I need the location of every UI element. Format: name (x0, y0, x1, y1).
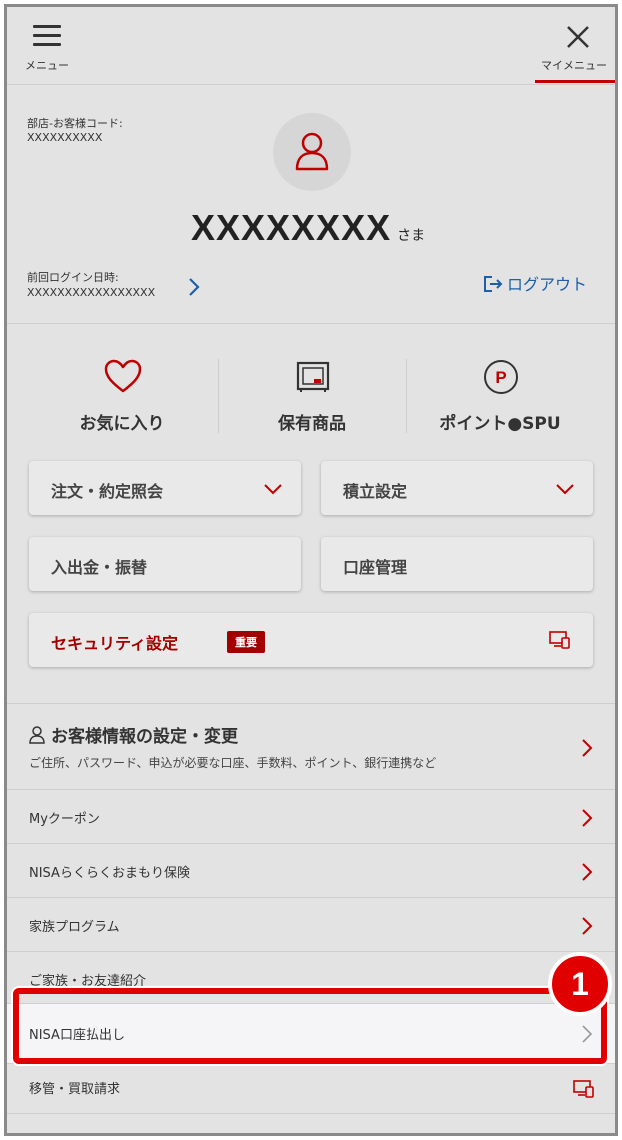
close-my-menu-button[interactable]: マイメニュー (531, 21, 615, 83)
list-item-nisa-insurance[interactable]: NISAらくらくおまもり保険 (7, 843, 615, 897)
chevron-right-icon (582, 863, 593, 881)
pc-smartphone-icon (573, 1080, 594, 1098)
svg-text:P: P (495, 368, 506, 387)
customer-info-title: お客様情報の設定・変更 (29, 722, 238, 747)
favorites-label: お気に入り (79, 414, 165, 434)
last-login: 前回ログイン日時: XXXXXXXXXXXXXXXXX (27, 270, 155, 300)
list-item-label: 家族プログラム (29, 920, 120, 935)
list-item-label: ご家族・お友達紹介 (29, 974, 147, 989)
orders-inquiry-button[interactable]: 注文・約定照会 (29, 461, 301, 515)
user-icon (295, 132, 329, 171)
logout-link[interactable]: ログアウト (483, 271, 587, 295)
important-badge: 重要 (227, 631, 265, 653)
hamburger-icon (33, 25, 61, 47)
security-settings-label: セキュリティ設定 (51, 634, 179, 653)
user-icon (29, 726, 45, 744)
list-item-transfer-buyback[interactable]: 移管・買取請求 (7, 1063, 615, 1113)
accumulation-settings-button[interactable]: 積立設定 (321, 461, 593, 515)
account-code-label: 部店-お客様コード: (27, 117, 123, 130)
deposit-transfer-label: 入出金・振替 (51, 558, 148, 577)
holdings-icon (296, 361, 330, 392)
logout-label: ログアウト (507, 275, 588, 294)
list-item-family-program[interactable]: 家族プログラム (7, 897, 615, 951)
last-login-label: 前回ログイン日時: (27, 271, 119, 284)
account-code: 部店-お客様コード: XXXXXXXXXX (27, 117, 123, 145)
account-management-button[interactable]: 口座管理 (321, 537, 593, 591)
chevron-down-icon (556, 484, 574, 495)
list-item-my-coupon[interactable]: Myクーポン (7, 789, 615, 843)
active-tab-underline (535, 80, 615, 83)
orders-inquiry-label: 注文・約定照会 (51, 482, 164, 501)
chevron-right-icon (582, 809, 593, 827)
customer-info-title-text: お客様情報の設定・変更 (51, 727, 238, 747)
customer-info-settings[interactable]: お客様情報の設定・変更 ご住所、パスワード、申込が必要な口座、手数料、ポイント、… (7, 703, 615, 789)
my-menu-label: マイメニュー (541, 59, 607, 72)
step-number-badge: 1 (548, 952, 612, 1016)
list-item-label: Myクーポン (29, 812, 100, 827)
list-end-spacer (7, 1113, 615, 1133)
holdings-link[interactable]: 保有商品 (217, 357, 407, 437)
heart-icon (104, 359, 142, 393)
user-name-value: XXXXXXXX (191, 207, 392, 248)
points-spu-label: ポイント●SPU (439, 414, 561, 434)
my-menu-panel: メニュー マイメニュー 部店-お客様コード: XXXXXXXXXX XXXXXX… (4, 4, 618, 1136)
points-spu-link[interactable]: P ポイント●SPU (405, 357, 595, 437)
deposit-transfer-button[interactable]: 入出金・振替 (29, 537, 301, 591)
customer-info-subtitle: ご住所、パスワード、申込が必要な口座、手数料、ポイント、銀行連携など (29, 756, 437, 770)
last-login-chevron-icon[interactable] (187, 277, 201, 297)
menu-label: メニュー (25, 59, 69, 72)
account-code-value: XXXXXXXXXX (27, 131, 103, 144)
close-icon (567, 26, 589, 48)
logout-icon (484, 276, 503, 292)
account-management-label: 口座管理 (343, 558, 408, 577)
accumulation-settings-label: 積立設定 (343, 482, 408, 501)
user-name: XXXXXXXX さま (191, 207, 425, 249)
security-settings-button[interactable]: セキュリティ設定 重要 (29, 613, 593, 667)
last-login-value: XXXXXXXXXXXXXXXXX (27, 286, 156, 299)
holdings-label: 保有商品 (278, 414, 346, 434)
pc-smartphone-icon (549, 631, 570, 649)
favorites-link[interactable]: お気に入り (27, 357, 217, 437)
highlight-box (13, 988, 607, 1064)
list-item-label: 移管・買取請求 (29, 1082, 121, 1097)
top-bar: メニュー マイメニュー (7, 7, 615, 85)
divider (7, 323, 615, 324)
point-icon: P (484, 360, 518, 394)
menu-button[interactable]: メニュー (17, 21, 77, 77)
honorific: さま (397, 227, 426, 243)
chevron-right-icon (582, 739, 593, 757)
list-item-label: NISAらくらくおまもり保険 (29, 866, 190, 881)
chevron-right-icon (582, 917, 593, 935)
avatar (273, 113, 351, 191)
chevron-down-icon (264, 484, 282, 495)
